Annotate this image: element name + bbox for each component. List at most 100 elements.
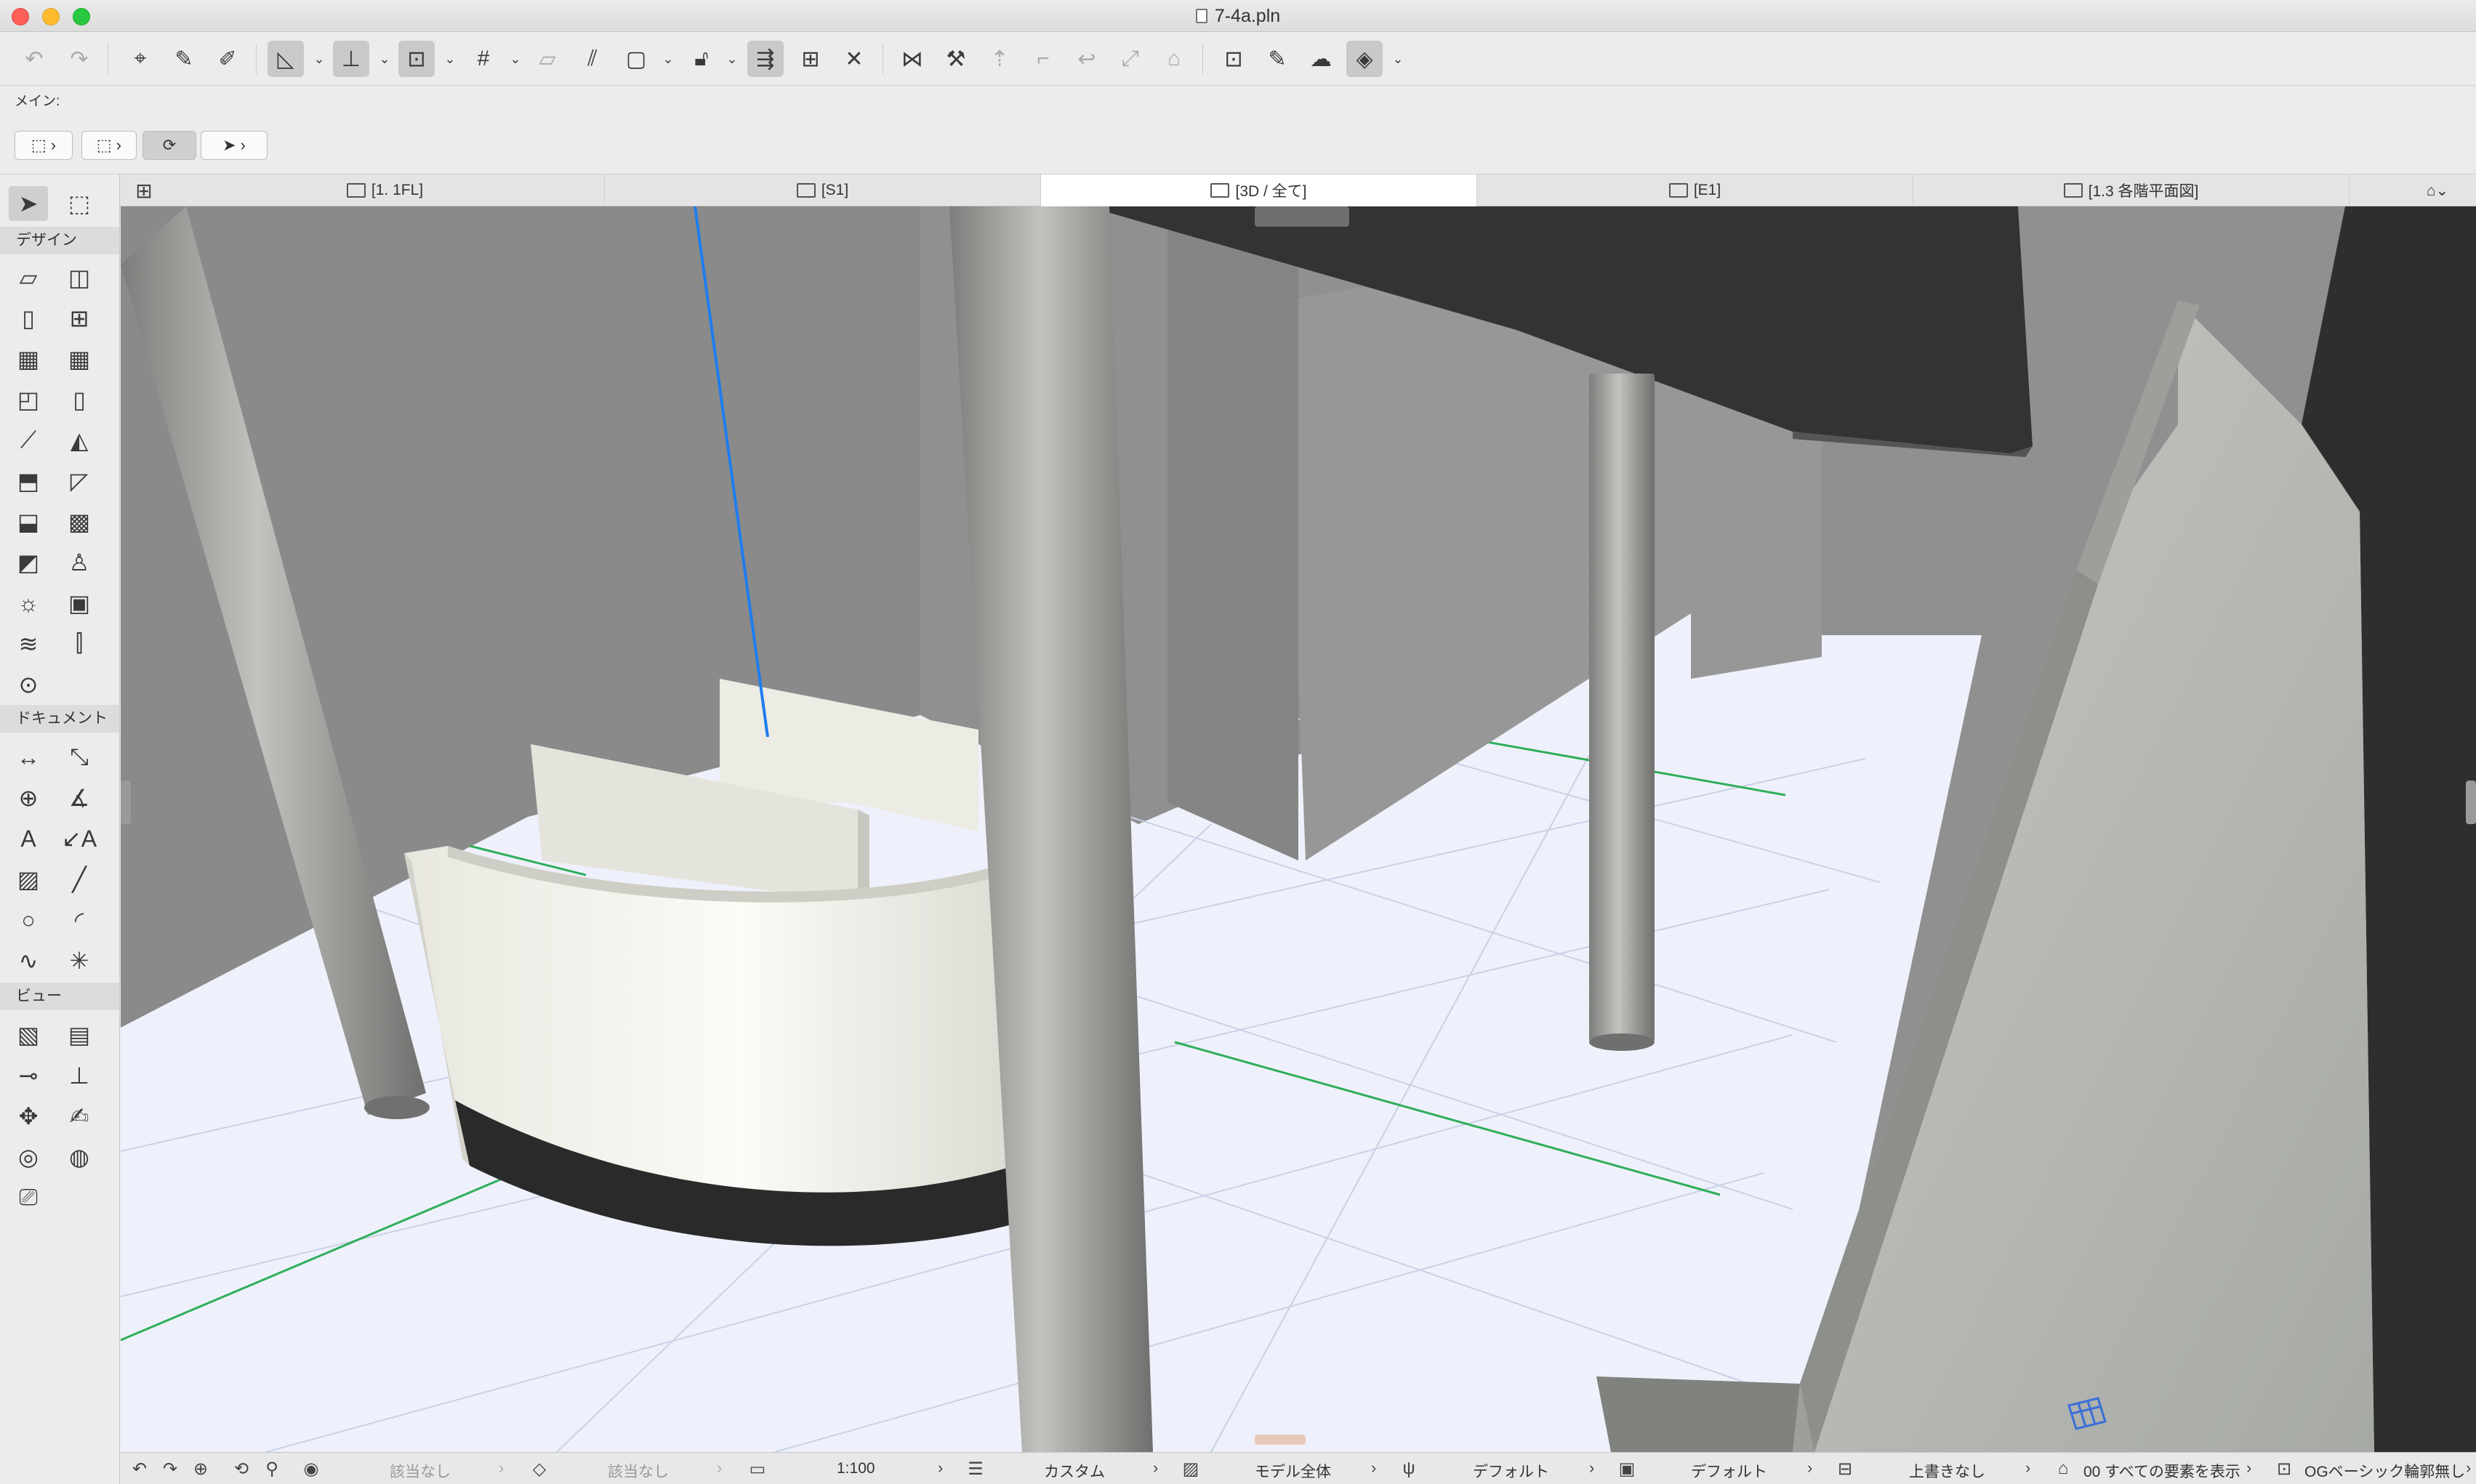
fill-tool-icon[interactable]: ▨	[9, 862, 48, 897]
chevron-right-icon[interactable]: ›	[2025, 1459, 2030, 1477]
tab-floor-plan[interactable]: [1. 1FL]	[166, 174, 605, 206]
interior-elevation-tool-icon[interactable]: ✥	[9, 1099, 48, 1134]
3d-cube-icon[interactable]: ◈	[1346, 41, 1383, 77]
label-text-tool-icon[interactable]: ↙A	[60, 821, 99, 856]
lamp-tool-icon[interactable]: ☼	[9, 586, 48, 621]
chevron-right-icon[interactable]: ›	[1807, 1459, 1812, 1477]
wall-tool-icon[interactable]: ▱	[9, 260, 48, 295]
explode-icon[interactable]: ✕	[836, 41, 872, 77]
fence-tool-icon[interactable]: ⫿	[60, 626, 99, 661]
dimension-ruler-icon[interactable]: ⊞	[792, 41, 829, 77]
chevron-right-icon[interactable]: ›	[2466, 1459, 2471, 1477]
model-view-icon[interactable]: ▨	[1179, 1457, 1202, 1480]
beam-tool-icon[interactable]: ⟋	[9, 423, 48, 458]
stair-tool-icon[interactable]: ◰	[9, 382, 48, 417]
detail-tool-icon[interactable]: ◎	[9, 1140, 48, 1174]
shell-tool-icon[interactable]: ◸	[60, 464, 99, 499]
cloud-icon[interactable]: ☁	[1303, 41, 1339, 77]
spline-tool-icon[interactable]: ∿	[9, 943, 48, 978]
zone-tool-icon[interactable]: ◩	[9, 545, 48, 580]
chevron-down-icon[interactable]: ⌄	[313, 41, 326, 77]
toolbox-design-header[interactable]: デザイン	[0, 227, 119, 254]
dimension-value[interactable]: デフォルト	[1691, 1460, 1767, 1482]
adjust-icon[interactable]: ⚒	[938, 41, 974, 77]
chevron-right-icon[interactable]: ›	[2246, 1459, 2251, 1477]
dimension-icon[interactable]: ▣	[1615, 1457, 1639, 1480]
orbit-icon[interactable]: ⟲	[230, 1457, 253, 1480]
change-tool-icon[interactable]: ◍	[60, 1140, 99, 1174]
layer-combination-icon[interactable]: ☰	[964, 1457, 987, 1480]
chevron-right-icon[interactable]: ›	[1371, 1459, 1376, 1477]
curve-icon[interactable]: ↩	[1069, 41, 1105, 77]
chevron-right-icon[interactable]: ›	[938, 1459, 943, 1477]
section-tool-icon[interactable]: ⊸	[9, 1058, 48, 1093]
snap-points-icon[interactable]: ⊡	[398, 41, 435, 77]
toolbox-document-header[interactable]: ドキュメント	[0, 705, 119, 733]
curtain-grid-tool-icon[interactable]: ▦	[9, 342, 48, 376]
viewport-top-handle[interactable]	[1255, 206, 1349, 227]
plane-icon[interactable]: ▱	[529, 41, 566, 77]
marquee-tool-icon[interactable]: ⬚	[60, 186, 99, 221]
tab-overview-icon[interactable]: ⊞	[128, 179, 160, 202]
lock-icon[interactable]: 🔓︎	[683, 41, 720, 77]
intersect-icon[interactable]: ⋈	[894, 41, 930, 77]
window-tool-icon[interactable]: ⊞	[60, 301, 99, 336]
edit-plane-icon[interactable]: ⫽	[574, 41, 611, 77]
marquee-button[interactable]: ⬚ ›	[81, 131, 137, 160]
undo-icon[interactable]: ↶	[16, 41, 52, 77]
layer-icon[interactable]: ◇	[528, 1457, 551, 1480]
3d-viewport[interactable]	[121, 206, 2476, 1452]
tab-elevation[interactable]: [E1]	[1477, 174, 1913, 206]
level-dimension-tool-icon[interactable]: ⤡	[60, 740, 99, 775]
arc-tool-icon[interactable]: ◜	[60, 903, 99, 937]
curtain-wall-tool-icon[interactable]: ◫	[60, 260, 99, 295]
override-value[interactable]: 上書きなし	[1909, 1460, 1985, 1482]
redo-icon[interactable]: ↷	[61, 41, 97, 77]
grid-panel-tool-icon[interactable]: ▦	[60, 342, 99, 376]
walk-icon[interactable]: ⚲	[260, 1457, 284, 1480]
column-tool-icon[interactable]: ▯	[60, 382, 99, 417]
label-tool-icon[interactable]: ▣	[60, 586, 99, 621]
arrow-option-button[interactable]: ➤ ›	[201, 131, 268, 160]
line-tool-icon[interactable]: ╱	[60, 862, 99, 897]
circle-tool-icon[interactable]: ○	[9, 903, 48, 937]
object-tool-icon[interactable]: ♙	[60, 545, 99, 580]
tab-layout[interactable]: [1.3 各階平面図]	[1913, 174, 2350, 206]
text-tool-icon[interactable]: A	[9, 821, 48, 856]
chevron-down-icon[interactable]: ⌄	[725, 41, 739, 77]
pick-up-parameters-icon[interactable]: ⌖	[122, 41, 158, 77]
door-tool-icon[interactable]: ▯	[9, 301, 48, 336]
viewport-bottom-handle[interactable]	[1255, 1435, 1306, 1445]
structure-display-value[interactable]: OGベーシック輪郭無し	[2304, 1460, 2465, 1482]
elevation-tool-icon[interactable]: ⊥	[60, 1058, 99, 1093]
scale-icon[interactable]: ▭	[746, 1457, 769, 1480]
morph-tool-icon[interactable]: ▩	[60, 504, 99, 539]
redo-view-icon[interactable]: ↷	[158, 1457, 182, 1480]
chevron-right-icon[interactable]: ›	[499, 1459, 504, 1477]
selection-method-button[interactable]: ⬚ ›	[15, 131, 73, 160]
syringe-icon[interactable]: ✐	[209, 41, 246, 77]
chevron-right-icon[interactable]: ›	[1589, 1459, 1594, 1477]
worksheet-tool-icon[interactable]: ✍	[60, 1099, 99, 1134]
structure-display-icon[interactable]: ⊡	[2272, 1457, 2296, 1480]
snap-guides-icon[interactable]: ⊥	[333, 41, 369, 77]
fillet-icon[interactable]: ⌐	[1025, 41, 1061, 77]
mesh-tool-icon[interactable]: ⬓	[9, 504, 48, 539]
slab-tool-icon[interactable]: ⬒	[9, 464, 48, 499]
angle-dimension-tool-icon[interactable]: ∡	[60, 781, 99, 815]
eyedropper-icon[interactable]: ✎	[166, 41, 202, 77]
scale-value[interactable]: 1:100	[837, 1460, 875, 1477]
radial-dimension-tool-icon[interactable]: ⊕	[9, 781, 48, 815]
guide-lines-icon[interactable]: ◺	[268, 41, 304, 77]
chevron-down-icon[interactable]: ⌄	[443, 41, 457, 77]
camera-tool-icon[interactable]: ⎚	[9, 1180, 48, 1215]
renovation-icon[interactable]: ⌂	[2051, 1457, 2075, 1480]
chevron-right-icon[interactable]: ›	[1153, 1459, 1158, 1477]
hotspot-tool-icon[interactable]: ✳	[60, 943, 99, 978]
renovation-value[interactable]: 00 すべての要素を表示	[2083, 1460, 2240, 1482]
suspend-groups-icon[interactable]: ▢	[618, 41, 654, 77]
elevation-icon[interactable]: ⇡	[981, 41, 1018, 77]
chevron-down-icon[interactable]: ⌄	[662, 41, 675, 77]
drawing-tool-icon[interactable]: ▤	[60, 1017, 99, 1052]
undo-view-icon[interactable]: ↶	[128, 1457, 151, 1480]
